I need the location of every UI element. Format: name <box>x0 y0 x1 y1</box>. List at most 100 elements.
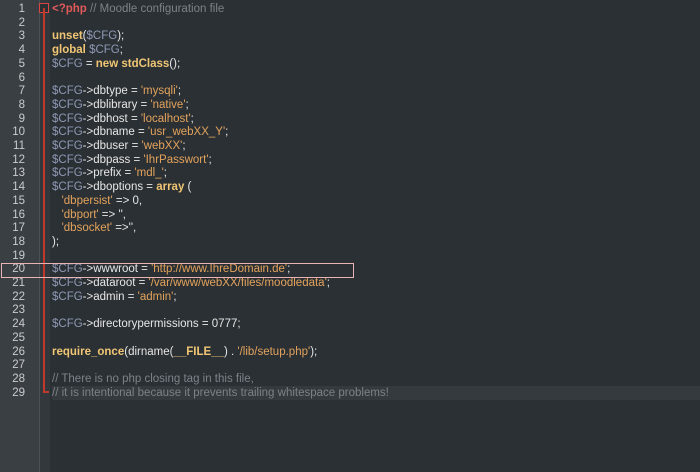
code-line[interactable]: 'dbport' => '', <box>52 208 700 222</box>
code-line[interactable]: $CFG->dbhost = 'localhost'; <box>52 112 700 126</box>
line-number: 26 <box>12 345 25 358</box>
code-line[interactable]: $CFG->prefix = 'mdl_'; <box>52 166 700 180</box>
code-line[interactable]: $CFG->dbuser = 'webXX'; <box>52 139 700 153</box>
code-token: require_once <box>52 345 125 358</box>
code-token: $CFG <box>52 290 83 303</box>
code-token: 'usr_webXX_Y' <box>147 126 226 139</box>
line-number: 18 <box>12 235 25 248</box>
code-token: ) . <box>223 345 238 358</box>
code-token: stdClass <box>121 57 170 70</box>
code-token: ( <box>184 181 192 194</box>
line-number: 5 <box>18 57 25 70</box>
code-line[interactable] <box>52 71 700 85</box>
code-token: 'native' <box>150 98 186 111</box>
code-token: 'webXX' <box>141 140 183 152</box>
code-token: 'dbpersist' <box>61 194 113 207</box>
line-number: 29 <box>12 386 25 399</box>
code-token: $CFG <box>52 153 83 166</box>
code-line[interactable]: $CFG = new stdClass(); <box>52 57 700 71</box>
code-token: ->prefix = <box>82 167 135 180</box>
code-token: // it is intentional because it prevents… <box>52 386 389 399</box>
code-token: 'IhrPasswort' <box>143 153 209 166</box>
code-token: $CFG <box>52 181 83 194</box>
code-token: ->dbpass = <box>82 153 144 166</box>
code-token: ); <box>52 235 60 248</box>
line-number: 23 <box>12 304 25 317</box>
code-line[interactable]: ); <box>52 235 700 249</box>
line-number: 4 <box>18 44 25 57</box>
code-token: // Moodle configuration file <box>86 3 225 15</box>
code-token: ; <box>326 277 330 289</box>
code-line[interactable]: $CFG->dbpass = 'IhrPasswort'; <box>52 153 700 167</box>
code-token: global <box>52 44 86 57</box>
code-token: unset <box>52 30 83 43</box>
code-token: ->admin = <box>82 290 138 303</box>
code-line[interactable]: $CFG->dblibrary = 'native'; <box>52 98 700 112</box>
code-token: $CFG <box>52 85 83 98</box>
code-token: => '', <box>98 208 127 221</box>
code-line[interactable]: 'dbsocket' =>'', <box>52 221 700 235</box>
line-number: 10 <box>12 126 25 139</box>
line-number: 2 <box>18 16 25 29</box>
code-line[interactable]: // it is intentional because it prevents… <box>52 385 700 400</box>
code-token: ; <box>182 140 186 152</box>
code-line[interactable]: $CFG->dboptions = array ( <box>52 180 700 194</box>
code-line[interactable]: $CFG->dbtype = 'mysqli'; <box>52 84 700 98</box>
code-line[interactable]: global $CFG; <box>52 43 700 57</box>
code-line[interactable] <box>52 16 700 30</box>
code-token: ; <box>208 153 212 166</box>
code-token: $CFG <box>52 318 83 331</box>
code-line[interactable] <box>52 249 700 263</box>
line-number: 21 <box>12 277 25 289</box>
code-line[interactable] <box>52 303 700 317</box>
code-token: $CFG <box>52 277 83 289</box>
code-token: ->dataroot = <box>82 277 149 289</box>
line-number: 13 <box>12 167 25 180</box>
code-token: $CFG <box>52 98 83 111</box>
code-token: ; <box>119 44 123 57</box>
code-line[interactable]: 'dbpersist' => 0, <box>52 194 700 208</box>
code-token: (dirname( <box>124 345 174 358</box>
line-number: 11 <box>13 140 25 152</box>
line-number: 3 <box>18 30 25 43</box>
code-token: // There is no php closing tag in this f… <box>52 372 254 385</box>
code-token: $CFG <box>52 126 83 139</box>
line-number: 28 <box>12 372 25 385</box>
highlighted-line-box <box>1 263 354 278</box>
line-number: 8 <box>18 98 25 111</box>
line-number: 17 <box>12 222 25 235</box>
code-token: ; <box>177 85 182 98</box>
code-token: = <box>82 57 96 70</box>
line-number: 16 <box>12 208 25 221</box>
code-token: ; <box>163 167 167 180</box>
code-token: 'admin' <box>137 290 174 303</box>
line-number: 1 <box>18 3 25 15</box>
code-line[interactable]: require_once(dirname(__FILE__) . '/lib/s… <box>52 345 700 359</box>
code-line[interactable]: <?php // Moodle configuration file <box>52 2 700 16</box>
code-token: $CFG <box>52 112 83 125</box>
code-token: 'mysqli' <box>140 85 178 98</box>
code-line[interactable]: $CFG->dbname = 'usr_webXX_Y'; <box>52 125 700 139</box>
line-number: 12 <box>12 153 25 166</box>
code-line[interactable] <box>52 358 700 372</box>
code-editor[interactable]: 1 <?php // Moodle configuration file 2 3 uns… <box>0 0 700 472</box>
code-token: 'dbsocket' <box>61 222 113 235</box>
code-line[interactable]: unset($CFG); <box>52 29 700 43</box>
code-line[interactable] <box>52 331 700 345</box>
code-token: $CFG <box>52 167 83 180</box>
code-line[interactable]: // There is no php closing tag in this f… <box>52 372 700 386</box>
code-line[interactable]: $CFG->directorypermissions = 0777; <box>52 317 700 331</box>
line-number: 14 <box>12 181 25 194</box>
line-number: 15 <box>12 194 25 207</box>
code-token: $CFG <box>52 57 83 70</box>
code-line[interactable]: $CFG->dataroot = '/var/www/webXX/files/m… <box>52 276 700 290</box>
code-token: ->dbuser = <box>82 140 142 152</box>
code-token: ->dblibrary = <box>82 98 151 111</box>
code-token: ; <box>173 290 177 303</box>
code-token: =>'', <box>112 222 137 235</box>
code-line[interactable]: $CFG->admin = 'admin'; <box>52 290 700 304</box>
code-token: $CFG <box>89 44 120 57</box>
line-number: 19 <box>12 249 25 262</box>
